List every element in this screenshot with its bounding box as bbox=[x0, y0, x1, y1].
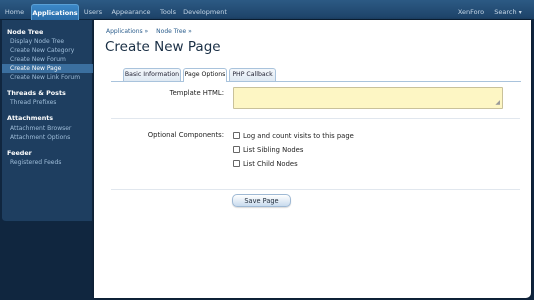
option-list-sibling-nodes[interactable]: List Sibling Nodes bbox=[233, 145, 303, 155]
nav-appearance[interactable]: Appearance bbox=[109, 4, 153, 20]
nav-search[interactable]: Search ▾ bbox=[493, 4, 523, 20]
list-sibling-nodes-checkbox[interactable] bbox=[233, 146, 240, 153]
sidebar-heading-attachments: Attachments bbox=[7, 114, 54, 122]
resize-grip-icon[interactable]: ◢ bbox=[495, 100, 500, 106]
nav-applications[interactable]: Applications bbox=[31, 4, 79, 20]
breadcrumb: Applications » Node Tree » bbox=[106, 28, 198, 35]
breadcrumb-node-tree[interactable]: Node Tree » bbox=[156, 28, 192, 35]
search-icon: ▾ bbox=[518, 9, 522, 16]
tab-php-callback[interactable]: PHP Callback bbox=[229, 68, 276, 81]
nav-home[interactable]: Home bbox=[3, 4, 26, 20]
sidebar: Node Tree Display Node Tree Create New C… bbox=[2, 20, 93, 222]
sidebar-item-create-new-page[interactable]: Create New Page bbox=[2, 64, 93, 73]
option-list-child-nodes[interactable]: List Child Nodes bbox=[233, 159, 298, 169]
save-page-button[interactable]: Save Page bbox=[232, 194, 291, 207]
sidebar-item-create-new-link-forum[interactable]: Create New Link Forum bbox=[2, 73, 93, 82]
tab-page-options[interactable]: Page Options bbox=[183, 68, 227, 82]
list-sibling-nodes-label: List Sibling Nodes bbox=[243, 146, 304, 154]
tabs-divider bbox=[111, 81, 521, 82]
sidebar-item-display-node-tree[interactable]: Display Node Tree bbox=[2, 37, 93, 46]
nav-xenforo[interactable]: XenForo bbox=[455, 4, 487, 20]
log-visits-checkbox[interactable] bbox=[233, 132, 240, 139]
sidebar-item-registered-feeds[interactable]: Registered Feeds bbox=[2, 158, 93, 167]
breadcrumb-applications[interactable]: Applications » bbox=[106, 28, 148, 35]
sidebar-item-thread-prefixes[interactable]: Thread Prefixes bbox=[2, 98, 93, 107]
section-divider bbox=[111, 118, 520, 119]
sidebar-item-create-new-category[interactable]: Create New Category bbox=[2, 46, 93, 55]
tab-basic-information[interactable]: Basic Information bbox=[123, 68, 181, 81]
sidebar-item-attachment-browser[interactable]: Attachment Browser bbox=[2, 124, 93, 133]
sidebar-item-attachment-options[interactable]: Attachment Options bbox=[2, 133, 93, 142]
optional-components-label: Optional Components: bbox=[147, 131, 224, 139]
top-navigation: Home Applications Users Appearance Tools… bbox=[0, 0, 534, 20]
sidebar-heading-threads-posts: Threads & Posts bbox=[7, 89, 66, 97]
template-html-textarea[interactable]: ◢ bbox=[233, 87, 503, 109]
sidebar-heading-feeder: Feeder bbox=[7, 149, 32, 157]
sidebar-item-create-new-forum[interactable]: Create New Forum bbox=[2, 55, 93, 64]
form-footer-divider bbox=[111, 189, 520, 190]
sidebar-heading-node-tree: Node Tree bbox=[7, 28, 44, 36]
main-panel: Applications » Node Tree » Create New Pa… bbox=[94, 20, 531, 298]
nav-tools[interactable]: Tools bbox=[156, 4, 180, 20]
log-visits-label: Log and count visits to this page bbox=[243, 132, 354, 140]
option-log-visits[interactable]: Log and count visits to this page bbox=[233, 131, 354, 141]
nav-users[interactable]: Users bbox=[82, 4, 104, 20]
template-html-label: Template HTML: bbox=[169, 89, 224, 97]
nav-search-label: Search bbox=[494, 8, 517, 16]
page-title: Create New Page bbox=[105, 39, 221, 55]
list-child-nodes-label: List Child Nodes bbox=[243, 160, 298, 168]
list-child-nodes-checkbox[interactable] bbox=[233, 160, 240, 167]
nav-development[interactable]: Development bbox=[183, 4, 227, 20]
